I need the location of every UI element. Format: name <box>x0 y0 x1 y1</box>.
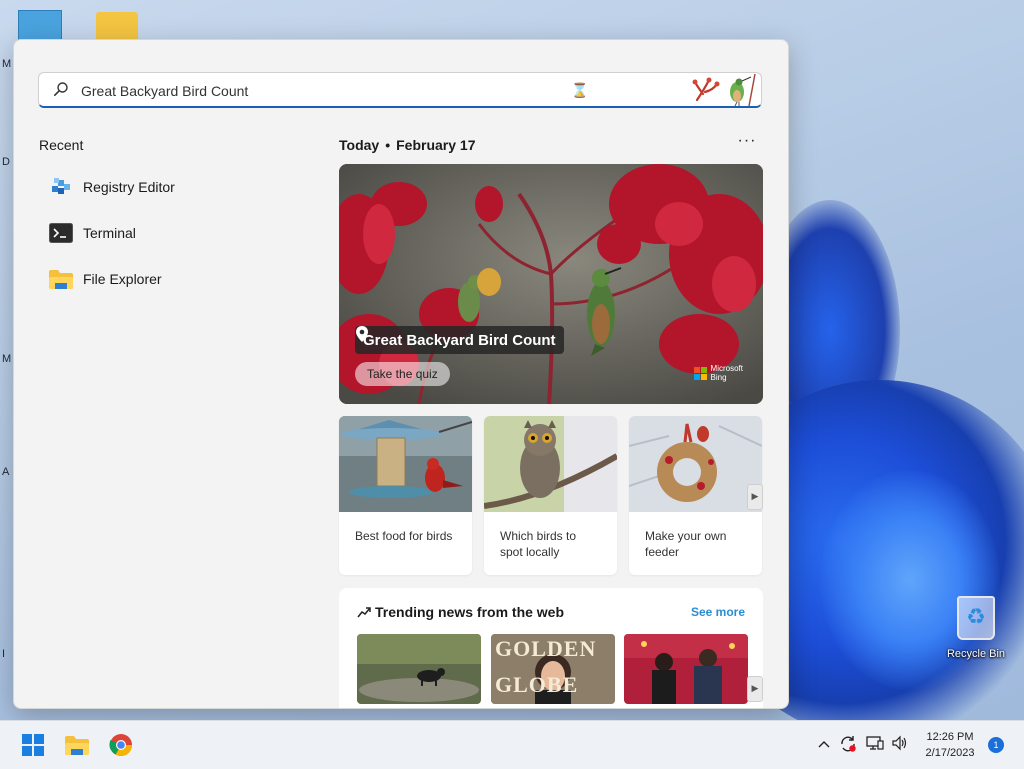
show-hidden-icons-button[interactable] <box>815 735 833 753</box>
network-button[interactable] <box>866 735 884 753</box>
search-icon <box>53 82 68 96</box>
clock-date: 2/17/2023 <box>925 747 975 759</box>
desktop-icon-app[interactable] <box>18 10 62 40</box>
clock-time: 12:26 PM <box>926 731 974 743</box>
chrome-icon <box>109 734 132 756</box>
taskbar-file-explorer-button[interactable] <box>61 729 93 761</box>
clock-button[interactable]: 12:26 PM 2/17/2023 <box>916 729 984 761</box>
news-thumbnail[interactable] <box>357 634 481 704</box>
card-caption: Make your own feeder <box>645 529 727 559</box>
sync-icon <box>841 736 856 752</box>
registry-editor-icon <box>48 175 74 199</box>
today-date: February 17 <box>396 137 476 153</box>
search-box[interactable]: ⌛ <box>38 72 762 108</box>
today-label: Today <box>339 137 380 153</box>
desktop-icon-label-fragment: A <box>2 466 10 478</box>
microsoft-bing-logo: Microsoft Bing <box>693 364 743 382</box>
recycle-bin[interactable]: ♻ Recycle Bin <box>944 596 1008 660</box>
hero-title[interactable]: Great Backyard Bird Count <box>355 326 564 354</box>
desktop-icon-label-fragment: M <box>2 58 12 70</box>
folder-icon <box>65 736 89 755</box>
see-more-link[interactable]: See more <box>691 605 745 619</box>
search-panel: ⌛ Recent Registry Editor <box>13 39 789 709</box>
desktop-icon-label-fragment: M <box>2 353 12 365</box>
news-thumbnail-text: GLOBE <box>495 672 579 697</box>
today-separator: • <box>385 137 391 153</box>
take-quiz-button[interactable]: Take the quiz <box>355 362 450 386</box>
more-options-button[interactable]: ··· <box>736 132 758 154</box>
bing-logo-line2: Bing <box>710 373 727 382</box>
desktop-icon-label-fragment: I <box>2 648 6 660</box>
trending-news-title: Trending news from the web <box>375 604 565 620</box>
volume-icon <box>892 735 907 751</box>
card-make-your-own-feeder[interactable]: Make your own feeder <box>629 416 762 575</box>
search-highlight-bird-icon[interactable] <box>691 74 757 106</box>
news-thumbnail-text: GOLDEN <box>495 636 597 661</box>
network-icon <box>866 736 884 750</box>
microsoft-logo-icon <box>693 366 707 380</box>
windows-logo-icon <box>22 734 44 756</box>
trending-news-section: Trending news from the web See more GOLD… <box>339 588 763 708</box>
trending-up-icon <box>357 607 371 618</box>
taskbar: 12:26 PM 2/17/2023 1 <box>0 720 1024 769</box>
desktop-icon-folder[interactable] <box>96 12 138 40</box>
card-image <box>629 416 762 512</box>
hero-card[interactable]: Great Backyard Bird Count Take the quiz … <box>339 164 763 404</box>
news-scroll-right-button[interactable]: ▶ <box>747 676 763 702</box>
recent-item-label: Terminal <box>83 225 136 241</box>
location-pin-icon <box>356 326 368 342</box>
volume-button[interactable] <box>891 735 909 753</box>
desktop-icon-label-fragment: D <box>2 156 10 168</box>
recent-item-file-explorer[interactable]: File Explorer <box>48 263 248 295</box>
card-caption: Best food for birds <box>355 529 453 543</box>
folder-icon <box>48 267 74 291</box>
news-thumbnail[interactable] <box>624 634 748 704</box>
card-which-birds-to-spot-locally[interactable]: Which birds to spot locally <box>484 416 617 575</box>
recycle-bin-icon: ♻ <box>957 596 995 640</box>
recent-item-label: File Explorer <box>83 271 162 287</box>
cards-scroll-right-button[interactable]: ▶ <box>747 484 763 510</box>
chevron-up-icon <box>818 741 830 748</box>
recent-heading: Recent <box>39 137 84 153</box>
today-heading: Today • February 17 <box>339 137 475 153</box>
terminal-icon <box>48 221 74 245</box>
recycle-bin-label: Recycle Bin <box>946 648 1006 660</box>
trending-news-heading: Trending news from the web <box>357 604 564 620</box>
start-button[interactable] <box>17 729 49 761</box>
card-image <box>339 416 472 512</box>
card-caption: Which birds to spot locally <box>500 529 577 559</box>
search-input[interactable] <box>79 79 583 103</box>
recent-item-terminal[interactable]: Terminal <box>48 217 248 249</box>
recent-item-label: Registry Editor <box>83 179 175 195</box>
hero-title-text: Great Backyard Bird Count <box>363 331 556 349</box>
recent-item-registry-editor[interactable]: Registry Editor <box>48 171 248 203</box>
card-image <box>484 416 617 512</box>
taskbar-chrome-button[interactable] <box>105 729 137 761</box>
card-best-food-for-birds[interactable]: Best food for birds <box>339 416 472 575</box>
busy-cursor-icon: ⌛ <box>571 82 589 98</box>
news-thumbnail[interactable]: GOLDEN GLOBE <box>491 634 615 704</box>
update-status-button[interactable] <box>839 735 857 753</box>
notification-badge[interactable]: 1 <box>988 737 1004 753</box>
bing-logo-line1: Microsoft <box>710 364 743 373</box>
